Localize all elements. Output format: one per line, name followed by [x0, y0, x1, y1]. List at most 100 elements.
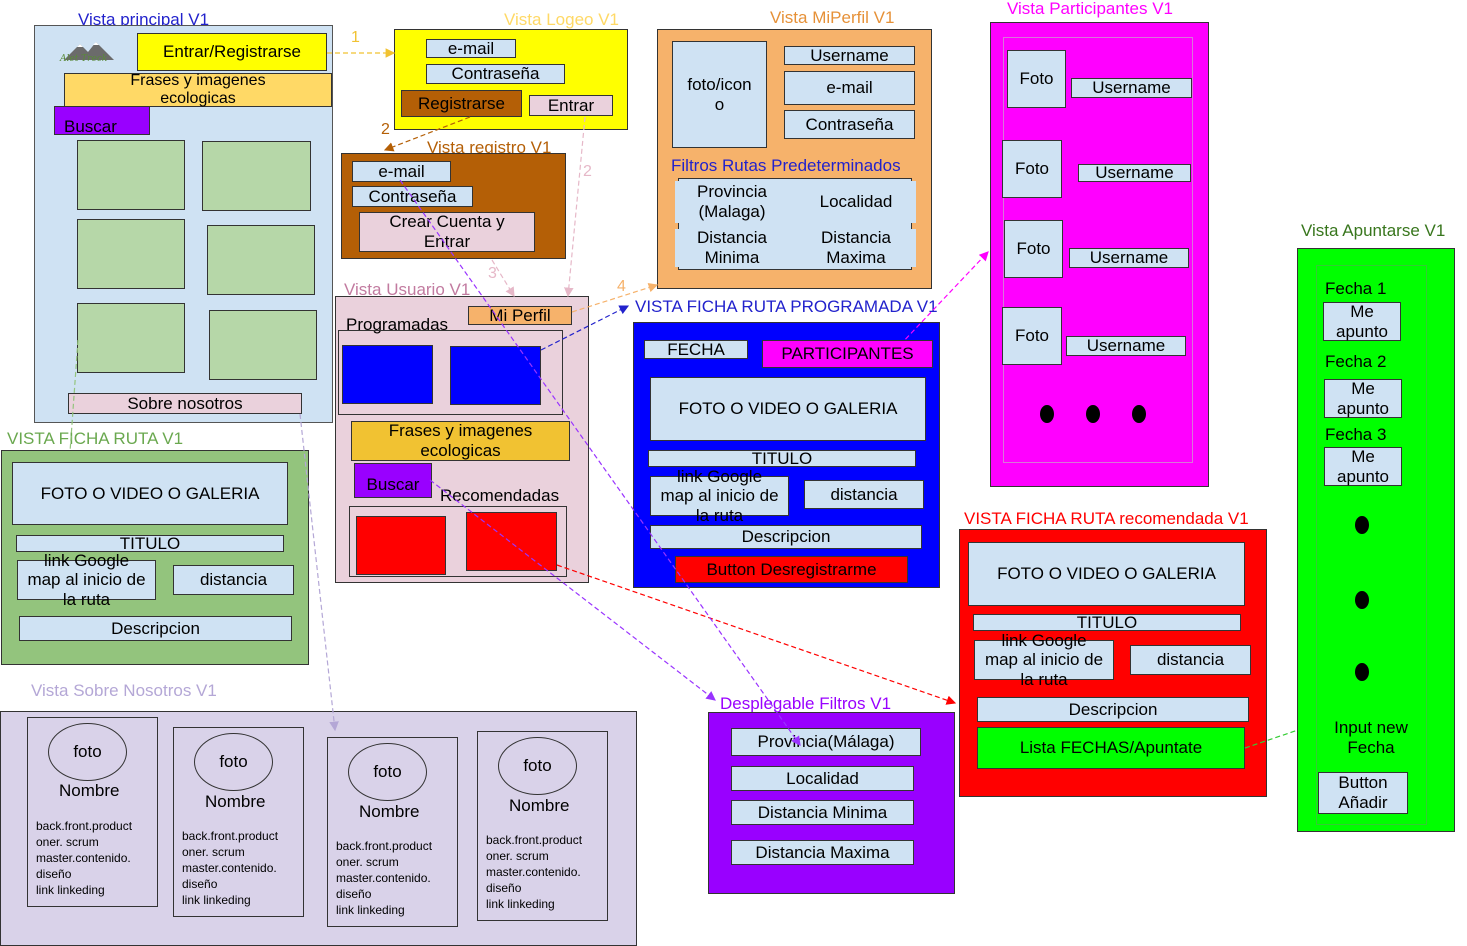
- unregister-button[interactable]: Button Desregistrarme: [675, 556, 908, 583]
- filter-max-distance[interactable]: Distancia Maxima: [731, 840, 914, 865]
- recommended-route-card[interactable]: [356, 516, 446, 575]
- member-role: oner. scrum: [336, 855, 399, 869]
- route-media[interactable]: FOTO O VIDEO O GALERIA: [12, 462, 288, 525]
- route-card[interactable]: [207, 225, 315, 295]
- ecological-phrases-banner: Frases y imagenes ecologicas: [64, 72, 332, 107]
- member-name: Nombre: [509, 796, 570, 815]
- login-password-field[interactable]: Contraseña: [426, 64, 565, 84]
- member-name: Nombre: [359, 802, 420, 821]
- route-description: Descripcion: [19, 616, 292, 641]
- scheduled-route-card[interactable]: [450, 346, 541, 405]
- default-filters-title: Filtros Rutas Predeterminados: [671, 156, 901, 175]
- register-button[interactable]: Registrarse: [401, 90, 522, 117]
- recommended-route-card[interactable]: [466, 512, 557, 571]
- sign-up-button[interactable]: Me apunto: [1324, 379, 1402, 418]
- member-role: master.contenido.: [36, 851, 131, 865]
- profile-password[interactable]: Contraseña: [784, 110, 915, 139]
- route-media[interactable]: FOTO O VIDEO O GALERIA: [968, 542, 1245, 606]
- recomendada-title: VISTA FICHA RUTA recomendada V1: [964, 509, 1249, 528]
- search-button[interactable]: Buscar: [54, 106, 150, 136]
- sign-up-button[interactable]: Me apunto: [1324, 447, 1402, 486]
- member-photo: foto: [194, 733, 273, 791]
- member-linkedin-link[interactable]: link linkeding: [36, 882, 105, 898]
- login-email-field[interactable]: e-mail: [426, 39, 516, 58]
- route-distance: distancia: [1130, 645, 1251, 675]
- more-dot-icon: [1355, 663, 1369, 681]
- date-label: Fecha 1: [1325, 279, 1387, 298]
- profile-photo: foto/icono: [672, 41, 767, 148]
- add-date-button[interactable]: Button Añadir: [1318, 772, 1408, 814]
- new-date-input[interactable]: Input new Fecha: [1330, 715, 1412, 761]
- filter-locality[interactable]: Localidad: [731, 766, 914, 791]
- member-role: diseño: [36, 867, 72, 881]
- route-title: TITULO: [16, 534, 284, 553]
- profile-username[interactable]: Username: [784, 46, 915, 65]
- map-link[interactable]: link Google map al inicio de la ruta: [17, 551, 156, 609]
- filter-min-distance[interactable]: Distancia Minima: [675, 228, 789, 267]
- scheduled-route-card[interactable]: [342, 345, 433, 404]
- enter-button[interactable]: Entrar: [529, 95, 613, 116]
- route-media[interactable]: FOTO O VIDEO O GALERIA: [650, 377, 926, 441]
- route-description: Descripcion: [977, 697, 1249, 722]
- filter-min-distance[interactable]: Distancia Minima: [731, 800, 914, 825]
- create-account-button[interactable]: Crear Cuenta y Entrar: [359, 212, 535, 252]
- logeo-title: Vista Logeo V1: [504, 10, 619, 29]
- route-card[interactable]: [209, 310, 317, 380]
- route-distance: distancia: [804, 480, 924, 509]
- logo-text: Alet Treck: [60, 54, 108, 64]
- member-name: Nombre: [205, 792, 266, 811]
- filter-province[interactable]: Provincia (Malaga): [675, 181, 789, 223]
- register-password-field[interactable]: Contraseña: [352, 186, 473, 207]
- flow-step-label: 3: [488, 265, 497, 282]
- register-email-field[interactable]: e-mail: [352, 161, 451, 182]
- member-linkedin-link[interactable]: link linkeding: [486, 896, 555, 912]
- participant-photo: Foto: [1004, 220, 1063, 278]
- my-profile-button[interactable]: Mi Perfil: [468, 306, 572, 325]
- member-linkedin-link[interactable]: link linkeding: [336, 902, 405, 918]
- participant-username: Username: [1078, 163, 1191, 182]
- member-role: diseño: [336, 887, 372, 901]
- sobre-title: Vista Sobre Nosotros V1: [31, 681, 217, 700]
- about-us-link[interactable]: Sobre nosotros: [68, 393, 302, 414]
- participants-button[interactable]: PARTICIPANTES: [762, 340, 933, 368]
- member-role: oner. scrum: [182, 845, 245, 859]
- participant-username: Username: [1071, 78, 1192, 98]
- programada-title: VISTA FICHA RUTA PROGRAMADA V1: [635, 297, 938, 316]
- member-role: back.front.product: [336, 839, 433, 853]
- member-role: master.contenido.: [336, 871, 431, 885]
- route-card[interactable]: [202, 141, 311, 211]
- profile-email[interactable]: e-mail: [784, 71, 915, 105]
- member-role: diseño: [486, 881, 522, 895]
- recommended-label: Recomendadas: [440, 486, 560, 505]
- route-card[interactable]: [77, 219, 185, 289]
- participant-photo: Foto: [1002, 307, 1062, 365]
- member-role: back.front.product: [36, 819, 133, 833]
- dates-signup-button[interactable]: Lista FECHAS/Apuntate: [977, 727, 1245, 769]
- user-search-button[interactable]: Buscar: [354, 463, 432, 498]
- more-dot-icon: [1086, 405, 1100, 423]
- route-card[interactable]: [77, 140, 185, 210]
- member-role: back.front.product: [486, 833, 583, 847]
- filter-province[interactable]: Provincia(Málaga): [731, 728, 921, 756]
- participant-photo: Foto: [1002, 140, 1062, 198]
- route-title: TITULO: [973, 613, 1241, 632]
- route-card[interactable]: [77, 303, 185, 373]
- member-linkedin-link[interactable]: link linkeding: [182, 892, 251, 908]
- flow-step-label: 4: [617, 278, 626, 295]
- member-photo: foto: [348, 743, 427, 801]
- map-link[interactable]: link Google map al inicio de la ruta: [650, 467, 789, 525]
- map-link[interactable]: link Google map al inicio de la ruta: [974, 631, 1114, 689]
- sign-up-button[interactable]: Me apunto: [1323, 302, 1401, 341]
- filter-locality[interactable]: Localidad: [796, 181, 916, 223]
- filter-max-distance[interactable]: Distancia Maxima: [796, 228, 916, 267]
- member-role: oner. scrum: [486, 849, 549, 863]
- member-name: Nombre: [59, 781, 120, 800]
- route-distance: distancia: [173, 565, 294, 595]
- member-role: diseño: [182, 877, 218, 891]
- ficha-title: VISTA FICHA RUTA V1: [7, 429, 184, 448]
- login-register-button[interactable]: Entrar/Registrarse: [137, 33, 327, 71]
- date-label: Fecha 2: [1325, 352, 1387, 371]
- more-dot-icon: [1040, 405, 1054, 423]
- route-date: FECHA: [644, 340, 748, 359]
- user-ecological-phrases: Frases y imagenes ecologicas: [351, 421, 570, 461]
